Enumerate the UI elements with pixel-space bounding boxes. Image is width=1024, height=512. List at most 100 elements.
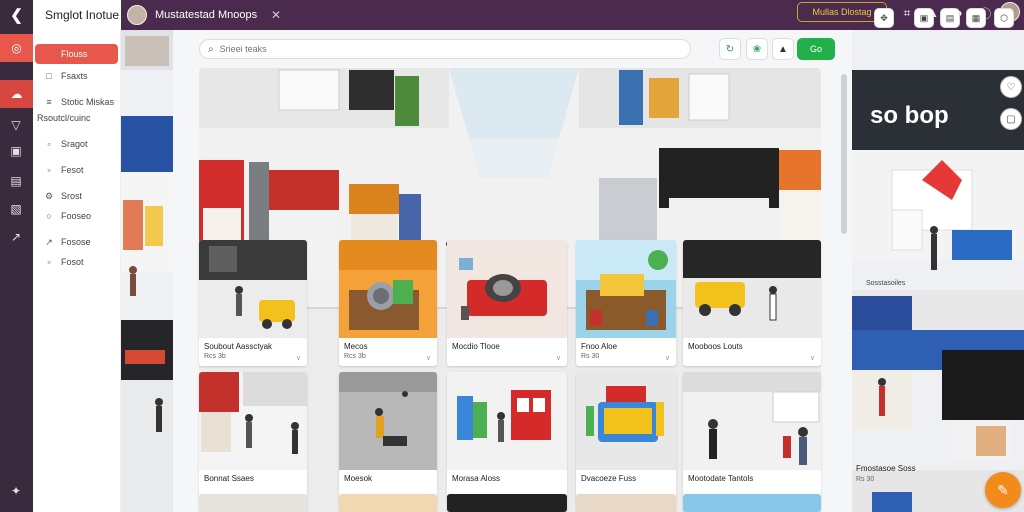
search-input[interactable] bbox=[219, 44, 600, 54]
gear-icon: ⚙ bbox=[44, 190, 54, 201]
brand-name: Smglot Inotue bbox=[45, 8, 120, 22]
product-thumb bbox=[576, 494, 676, 512]
filter-rail-icon[interactable]: ▽ bbox=[5, 114, 27, 136]
product-card[interactable]: Mocdio Tlooe ∨ bbox=[447, 240, 567, 366]
sidebar-item-label: Fooseo bbox=[61, 211, 92, 221]
app-logo-icon[interactable]: ❮ bbox=[0, 0, 33, 30]
card-title: Morasa Aloss bbox=[452, 474, 501, 483]
product-thumb bbox=[576, 240, 676, 338]
sidebar-item-label: Srost bbox=[61, 191, 83, 201]
chevron-down-icon[interactable]: ∨ bbox=[810, 354, 815, 362]
product-card[interactable] bbox=[447, 494, 567, 512]
move-icon[interactable]: ✥ bbox=[874, 8, 894, 28]
card-price: Rs 30 bbox=[581, 353, 600, 360]
sidebar-item-0[interactable]: Flouss bbox=[35, 44, 118, 64]
home-rail-icon[interactable]: ◎ bbox=[0, 34, 33, 62]
sidebar-item-5[interactable]: ▫ Fesot bbox=[35, 160, 118, 180]
product-card[interactable]: Moesok bbox=[339, 372, 437, 498]
sidebar-item-8[interactable]: ↗ Fosose bbox=[35, 232, 118, 252]
card-title: Bonnat Ssaes bbox=[204, 474, 254, 483]
bag-icon[interactable]: ▲ bbox=[772, 38, 794, 60]
card-title: Moesok bbox=[344, 474, 373, 483]
card-title: Mootodate Tantols bbox=[688, 474, 754, 483]
settings-rail-icon[interactable]: ✦ bbox=[5, 480, 27, 502]
product-card[interactable] bbox=[576, 494, 676, 512]
product-thumb bbox=[199, 372, 307, 470]
sidebar-item-9[interactable]: ▫ Fosot bbox=[35, 252, 118, 272]
arrow-right-icon[interactable]: → bbox=[892, 8, 912, 28]
sidebar-item-label: Rsoutcl/cuinc bbox=[37, 113, 91, 123]
card-title: Fnoo Aloe bbox=[581, 342, 618, 351]
product-card[interactable]: Dvacoeze Fuss bbox=[576, 372, 676, 498]
chevron-down-icon[interactable]: ∨ bbox=[556, 354, 561, 362]
tab-title: Mustatestad Mnoops bbox=[155, 9, 258, 21]
sidebar-item-label: Sragot bbox=[61, 139, 88, 149]
sidebar-item-label: Flouss bbox=[61, 49, 88, 59]
shield-icon[interactable]: ⬡ bbox=[994, 8, 1014, 28]
sidebar-item-6[interactable]: ⚙ Srost bbox=[35, 186, 118, 206]
card-title: Soubout Aassctyak bbox=[204, 342, 273, 351]
bag-icon[interactable]: ▣ bbox=[914, 8, 934, 28]
product-card[interactable]: Mooboos Louts ∨ bbox=[683, 240, 821, 366]
tag-icon: □ bbox=[46, 71, 52, 81]
sidebar-item-7[interactable]: ○ Fooseo bbox=[35, 206, 118, 226]
product-thumb bbox=[199, 240, 307, 338]
store-sign: so bop bbox=[870, 102, 949, 129]
product-card[interactable]: Soubout Aassctyak Rcs 3b ∨ bbox=[199, 240, 307, 366]
cloud-rail-icon[interactable]: ☁ bbox=[0, 80, 33, 108]
product-card[interactable] bbox=[683, 494, 821, 512]
chevron-down-icon[interactable]: ∨ bbox=[296, 354, 301, 362]
document-rail-icon[interactable]: ▤ bbox=[5, 170, 27, 192]
circle-icon: ○ bbox=[46, 211, 52, 221]
sidebar-item-3[interactable]: Rsoutcl/cuinc bbox=[35, 108, 118, 128]
window-tab[interactable]: Mustatestad Mnoops ✕ bbox=[127, 2, 281, 28]
box-icon[interactable]: ▦ bbox=[966, 8, 986, 28]
left-photo-strip bbox=[121, 30, 173, 512]
strip-caption-price: Rs 30 bbox=[856, 476, 875, 483]
product-thumb bbox=[683, 240, 821, 338]
chevron-down-icon[interactable]: ∨ bbox=[665, 354, 670, 362]
strip-caption-top: Sosstasoiles bbox=[866, 280, 906, 287]
product-thumb bbox=[447, 372, 567, 470]
strip-caption-bottom: Fmostasoe Soss bbox=[856, 464, 916, 473]
product-card[interactable]: Bonnat Ssaes bbox=[199, 372, 307, 498]
card-title: Dvacoeze Fuss bbox=[581, 474, 637, 483]
product-card[interactable]: Mecos Rcs 3b ∨ bbox=[339, 240, 437, 366]
product-thumb bbox=[199, 494, 307, 512]
sidebar-item-label: Fesot bbox=[61, 165, 84, 175]
sidebar-item-4[interactable]: ▫ Sragot bbox=[35, 134, 118, 154]
icon-rail: ❮ ◎ ☁ ▽ ▣ ▤ ▧ ↗ ✦ bbox=[0, 0, 33, 512]
sidebar-item-label: Fosose bbox=[61, 237, 91, 247]
refresh-icon[interactable]: ↻ bbox=[719, 38, 741, 60]
card-price: Rcs 3b bbox=[344, 353, 366, 360]
list-icon: ≡ bbox=[46, 97, 52, 107]
chevron-down-icon[interactable]: ∨ bbox=[426, 354, 431, 362]
search-bar[interactable]: ⌕ bbox=[199, 39, 691, 59]
product-thumb bbox=[339, 240, 437, 338]
sidebar-item-1[interactable]: □ Fsaxts bbox=[35, 66, 118, 86]
scrollbar[interactable] bbox=[841, 74, 847, 234]
doc-icon: ▫ bbox=[47, 139, 51, 149]
doc-icon: ▫ bbox=[47, 257, 51, 267]
right-photo-strip: so bop Sosstasoiles Fmostasoe Soss Rs 30 bbox=[852, 30, 1024, 512]
product-card[interactable] bbox=[339, 494, 437, 512]
doc-icon: ▫ bbox=[47, 165, 51, 175]
product-card[interactable]: Morasa Aloss bbox=[447, 372, 567, 498]
close-tab-icon[interactable]: ✕ bbox=[271, 8, 281, 22]
image-rail-icon[interactable]: ▧ bbox=[5, 198, 27, 220]
help-fab-button[interactable]: ✎ bbox=[985, 472, 1021, 508]
go-button[interactable]: Go bbox=[797, 38, 835, 60]
search-icon: ⌕ bbox=[208, 43, 214, 55]
leaf-icon[interactable]: ❀ bbox=[746, 38, 768, 60]
product-card[interactable]: Fnoo Aloe Rs 30 ∨ bbox=[576, 240, 676, 366]
calendar-rail-icon[interactable]: ▣ bbox=[5, 140, 27, 162]
product-thumb bbox=[447, 494, 567, 512]
product-card[interactable]: Mootodate Tantols bbox=[683, 372, 821, 498]
product-card[interactable] bbox=[199, 494, 307, 512]
card-price: Rcs 3b bbox=[204, 353, 226, 360]
cart-icon[interactable]: ▢ bbox=[1000, 108, 1022, 130]
pin-rail-icon[interactable]: ↗ bbox=[5, 226, 27, 248]
wishlist-icon[interactable]: ♡ bbox=[1000, 76, 1022, 98]
clipboard-icon[interactable]: ▤ bbox=[940, 8, 960, 28]
product-thumb bbox=[339, 372, 437, 470]
